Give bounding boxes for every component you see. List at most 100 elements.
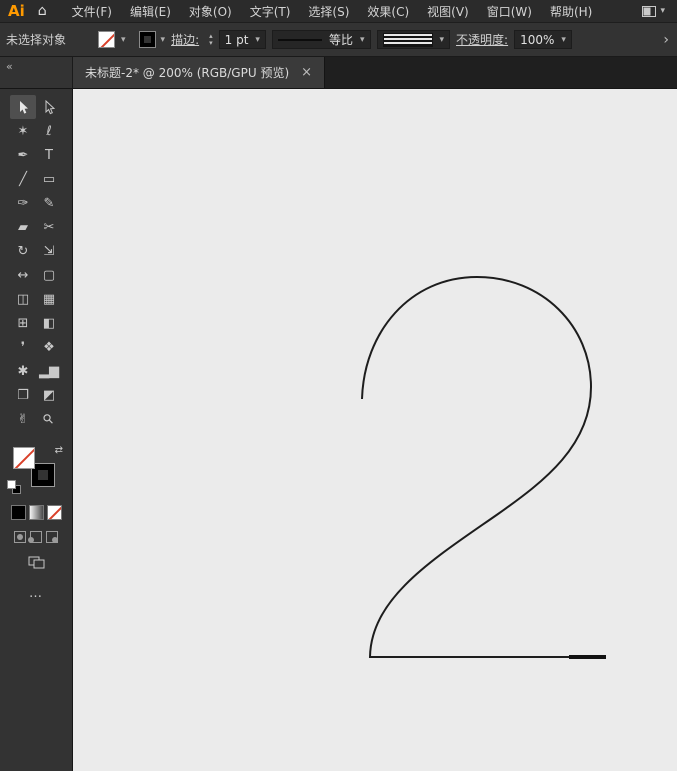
- pen-icon: ✒: [18, 149, 29, 162]
- main-menu: 文件(F) 编辑(E) 对象(O) 文字(T) 选择(S) 效果(C) 视图(V…: [63, 3, 602, 20]
- menu-item-object[interactable]: 对象(O): [180, 3, 241, 20]
- paintbrush-tool-button[interactable]: ✑: [10, 191, 36, 215]
- type-tool-button[interactable]: T: [36, 143, 62, 167]
- lasso-tool-button[interactable]: ℓ: [36, 119, 62, 143]
- menu-item-type[interactable]: 文字(T): [241, 3, 300, 20]
- slice-tool-button[interactable]: ◩: [36, 383, 62, 407]
- stroke-color-swatch[interactable]: [140, 32, 155, 47]
- width-tool-button[interactable]: ↔: [10, 263, 36, 287]
- artboard-icon: ❐: [17, 389, 29, 402]
- opacity-label[interactable]: 不透明度:: [456, 31, 508, 48]
- edit-toolbar-button[interactable]: …: [0, 586, 72, 601]
- canvas[interactable]: [73, 89, 677, 771]
- workspace-switcher[interactable]: ▾: [642, 6, 677, 17]
- chevron-down-icon[interactable]: ▾: [255, 35, 260, 45]
- hand-tool-button[interactable]: ✌: [10, 407, 36, 431]
- perspective-grid-tool-button[interactable]: ▦: [36, 287, 62, 311]
- menu-item-effect[interactable]: 效果(C): [358, 3, 418, 20]
- none-button[interactable]: [47, 505, 62, 520]
- paint-type-buttons: [0, 505, 72, 520]
- column-graph-tool-button[interactable]: ▂▆: [36, 359, 62, 383]
- control-bar: 未选择对象 ▾ ▾ 描边: ▴ ▾ 1 pt ▾ 等比 ▾ ▾ 不透明度: 10…: [0, 23, 677, 57]
- pencil-tool-button[interactable]: ✎: [36, 191, 62, 215]
- selection-cursor-icon: [17, 100, 29, 115]
- scale-icon: ⇲: [44, 245, 55, 258]
- menu-item-help[interactable]: 帮助(H): [541, 3, 601, 20]
- main-area: ✶ ℓ ✒ T ╱ ▭ ✑ ✎ ▰ ✂ ↻ ⇲ ↔ ▢ ◫ ▦ ⊞ ◧ ❜ ❖: [0, 89, 677, 771]
- swap-fill-stroke-icon[interactable]: ⇄: [55, 445, 63, 456]
- control-bar-overflow-chevron[interactable]: ›: [663, 32, 671, 48]
- shape-builder-icon: ◫: [17, 293, 29, 306]
- stroke-dropdown-chevron-icon[interactable]: ▾: [161, 35, 166, 45]
- default-fill-stroke-icon[interactable]: [7, 480, 22, 495]
- line-segment-icon: ╱: [19, 173, 27, 186]
- draw-inside-button[interactable]: [46, 531, 58, 543]
- stepper-down-icon[interactable]: ▾: [209, 40, 213, 47]
- scissors-icon: ✂: [44, 221, 55, 234]
- rectangle-tool-button[interactable]: ▭: [36, 167, 62, 191]
- fill-color-swatch[interactable]: [98, 31, 115, 48]
- menu-item-window[interactable]: 窗口(W): [478, 3, 541, 20]
- symbol-sprayer-icon: ✱: [18, 365, 29, 378]
- illustrator-window: Ai ⌂ 文件(F) 编辑(E) 对象(O) 文字(T) 选择(S) 效果(C)…: [0, 0, 677, 771]
- perspective-grid-icon: ▦: [43, 293, 55, 306]
- free-transform-tool-button[interactable]: ▢: [36, 263, 62, 287]
- color-button[interactable]: [11, 505, 26, 520]
- mini-fill-swatch: [7, 480, 16, 489]
- draw-normal-button[interactable]: [14, 531, 26, 543]
- line-segment-tool-button[interactable]: ╱: [10, 167, 36, 191]
- fill-swatch[interactable]: [13, 447, 35, 469]
- zoom-icon: ⚲: [41, 411, 57, 427]
- profile-value: 等比: [329, 31, 353, 48]
- rotate-tool-button[interactable]: ↻: [10, 239, 36, 263]
- chevron-down-icon: ▾: [660, 6, 665, 16]
- tools-panel: ✶ ℓ ✒ T ╱ ▭ ✑ ✎ ▰ ✂ ↻ ⇲ ↔ ▢ ◫ ▦ ⊞ ◧ ❜ ❖: [0, 89, 73, 771]
- scale-tool-button[interactable]: ⇲: [36, 239, 62, 263]
- stroke-swatch[interactable]: [32, 464, 54, 486]
- menu-item-edit[interactable]: 编辑(E): [121, 3, 180, 20]
- mesh-tool-button[interactable]: ⊞: [10, 311, 36, 335]
- gradient-button[interactable]: [29, 505, 44, 520]
- tools-panel-collapse-button[interactable]: «: [0, 57, 73, 88]
- eyedropper-tool-button[interactable]: ❜: [10, 335, 36, 359]
- blend-icon: ❖: [43, 341, 55, 354]
- selection-tool-button[interactable]: [10, 95, 36, 119]
- change-screen-mode-button[interactable]: [0, 556, 72, 573]
- scissors-tool-button[interactable]: ✂: [36, 215, 62, 239]
- zoom-tool-button[interactable]: ⚲: [36, 407, 62, 431]
- draw-behind-button[interactable]: [30, 531, 42, 543]
- eyedropper-icon: ❜: [21, 341, 25, 354]
- selection-status-label: 未选择对象: [6, 31, 66, 48]
- magic-wand-icon: ✶: [18, 125, 29, 138]
- blend-tool-button[interactable]: ❖: [36, 335, 62, 359]
- chevron-down-icon[interactable]: ▾: [360, 35, 365, 45]
- artboard-tool-button[interactable]: ❐: [10, 383, 36, 407]
- document-tab[interactable]: 未标题-2* @ 200% (RGB/GPU 预览) ×: [73, 57, 325, 88]
- opacity-field[interactable]: 100% ▾: [514, 30, 572, 49]
- pen-tool-button[interactable]: ✒: [10, 143, 36, 167]
- eraser-tool-button[interactable]: ▰: [10, 215, 36, 239]
- document-tab-bar: « 未标题-2* @ 200% (RGB/GPU 预览) ×: [0, 57, 677, 89]
- gradient-tool-button[interactable]: ◧: [36, 311, 62, 335]
- magic-wand-tool-button[interactable]: ✶: [10, 119, 36, 143]
- draw-inside-icon: [52, 537, 58, 543]
- stroke-weight-stepper[interactable]: ▴ ▾: [209, 33, 213, 47]
- chevron-down-icon[interactable]: ▾: [440, 35, 445, 45]
- home-icon[interactable]: ⌂: [34, 3, 63, 19]
- menu-bar: Ai ⌂ 文件(F) 编辑(E) 对象(O) 文字(T) 选择(S) 效果(C)…: [0, 0, 677, 23]
- menu-item-file[interactable]: 文件(F): [63, 3, 121, 20]
- symbol-sprayer-tool-button[interactable]: ✱: [10, 359, 36, 383]
- fill-dropdown-chevron-icon[interactable]: ▾: [121, 35, 126, 45]
- tab-close-icon[interactable]: ×: [301, 65, 312, 80]
- fill-stroke-widget: ⇄: [7, 443, 65, 495]
- brush-definition-dropdown[interactable]: ▾: [377, 30, 451, 49]
- menu-item-select[interactable]: 选择(S): [299, 3, 358, 20]
- direct-selection-cursor-icon: [43, 100, 55, 115]
- menu-item-view[interactable]: 视图(V): [418, 3, 478, 20]
- width-profile-dropdown[interactable]: 等比 ▾: [272, 30, 371, 49]
- stroke-weight-field[interactable]: 1 pt ▾: [219, 30, 266, 49]
- chevron-down-icon[interactable]: ▾: [561, 35, 566, 45]
- stroke-weight-label[interactable]: 描边:: [171, 31, 199, 48]
- direct-selection-tool-button[interactable]: [36, 95, 62, 119]
- shape-builder-tool-button[interactable]: ◫: [10, 287, 36, 311]
